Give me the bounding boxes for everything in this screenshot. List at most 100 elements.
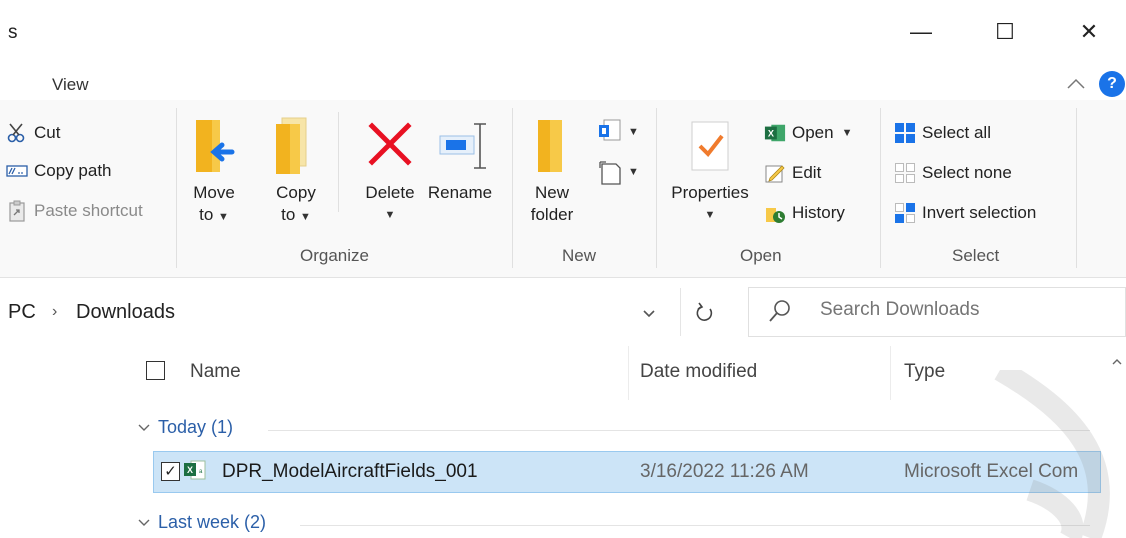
properties-label: Properties bbox=[671, 183, 749, 202]
organize-group-label: Organize bbox=[300, 246, 369, 265]
move-folder-icon bbox=[190, 116, 238, 176]
rename-label: Rename bbox=[427, 183, 493, 202]
copy-path-icon bbox=[6, 160, 28, 182]
copy-path-button[interactable]: Copy path bbox=[6, 160, 112, 182]
select-all-checkbox[interactable] bbox=[146, 361, 165, 380]
chevron-down-icon bbox=[138, 515, 150, 530]
invert-selection-button[interactable]: Invert selection bbox=[894, 202, 1036, 224]
help-button[interactable]: ? bbox=[1099, 71, 1125, 97]
new-folder-label-1: New bbox=[534, 183, 569, 202]
easy-access-button[interactable]: ▼ bbox=[596, 158, 639, 186]
excel-icon: X bbox=[764, 122, 786, 144]
file-name: DPR_ModelAircraftFields_001 bbox=[222, 461, 478, 482]
invert-selection-label: Invert selection bbox=[922, 203, 1037, 222]
svg-text:X: X bbox=[768, 129, 775, 139]
rename-button[interactable]: Rename bbox=[422, 116, 498, 204]
scissors-icon bbox=[6, 122, 28, 144]
edit-button[interactable]: Edit bbox=[764, 162, 821, 184]
open-label: Open bbox=[792, 123, 834, 142]
properties-checkmark-icon bbox=[686, 116, 734, 176]
chevron-up-icon bbox=[1112, 359, 1122, 365]
collapse-ribbon-button[interactable] bbox=[1064, 72, 1088, 96]
cut-button[interactable]: Cut bbox=[6, 122, 60, 144]
group-divider bbox=[268, 430, 1090, 431]
history-label: History bbox=[792, 203, 845, 222]
delete-x-icon bbox=[366, 116, 414, 176]
invert-selection-icon bbox=[894, 202, 916, 224]
search-input[interactable] bbox=[820, 299, 1110, 321]
edit-pencil-icon bbox=[764, 162, 786, 184]
svg-text:X: X bbox=[187, 465, 193, 475]
history-icon bbox=[764, 202, 786, 224]
copy-folder-icon bbox=[272, 116, 320, 176]
group-label-today: Today (1) bbox=[158, 417, 234, 437]
scroll-up-button[interactable] bbox=[1108, 352, 1126, 372]
delete-label: Delete bbox=[365, 183, 415, 202]
ribbon-separator bbox=[1076, 108, 1077, 268]
address-history-dropdown[interactable] bbox=[636, 303, 662, 325]
group-divider bbox=[300, 525, 1090, 526]
watermark-shape bbox=[990, 360, 1126, 538]
tab-view[interactable]: View bbox=[52, 75, 89, 95]
group-label-last-week: Last week (2) bbox=[158, 512, 267, 532]
column-header-date-modified[interactable]: Date modified bbox=[640, 361, 757, 383]
chevron-up-icon bbox=[1067, 78, 1085, 89]
breadcrumb-separator[interactable]: › bbox=[52, 303, 57, 321]
move-to-label-1: Move bbox=[193, 183, 235, 202]
copy-path-label: Copy path bbox=[34, 161, 112, 180]
delete-button[interactable]: Delete ▼ bbox=[352, 116, 428, 226]
new-group-label: New bbox=[562, 246, 597, 265]
copy-to-label-2: to bbox=[281, 205, 296, 224]
new-item-button[interactable]: ▼ bbox=[596, 118, 639, 146]
move-to-label-2: to bbox=[199, 205, 214, 224]
close-button[interactable]: ✕ bbox=[1066, 12, 1112, 52]
easy-access-icon bbox=[599, 161, 621, 185]
select-all-button[interactable]: Select all bbox=[894, 122, 991, 144]
ribbon-separator bbox=[880, 108, 881, 268]
cut-label: Cut bbox=[34, 123, 61, 142]
ribbon-separator bbox=[338, 112, 339, 212]
column-divider[interactable] bbox=[890, 346, 891, 400]
file-checkbox[interactable]: ✓ bbox=[161, 462, 180, 481]
select-group-label: Select bbox=[952, 246, 1000, 265]
breadcrumb-pc[interactable]: PC bbox=[8, 301, 36, 324]
paste-shortcut-icon bbox=[6, 200, 28, 222]
new-folder-button[interactable]: New folder bbox=[524, 116, 580, 226]
file-date-modified: 3/16/2022 11:26 AM bbox=[640, 461, 809, 482]
properties-button[interactable]: Properties ▼ bbox=[664, 116, 756, 226]
minimize-button[interactable]: — bbox=[898, 12, 944, 52]
edit-label: Edit bbox=[792, 163, 822, 182]
ribbon-separator bbox=[512, 108, 513, 268]
ribbon-separator bbox=[176, 108, 177, 268]
column-divider[interactable] bbox=[628, 346, 629, 400]
select-none-icon bbox=[894, 162, 916, 184]
address-divider bbox=[680, 288, 681, 336]
paste-shortcut-label: Paste shortcut bbox=[34, 201, 143, 220]
copy-to-label-1: Copy bbox=[276, 183, 316, 202]
select-none-label: Select none bbox=[922, 163, 1012, 182]
select-all-label: Select all bbox=[922, 123, 991, 142]
excel-file-icon: Xa bbox=[183, 458, 207, 482]
ribbon-separator bbox=[656, 108, 657, 268]
column-header-type[interactable]: Type bbox=[904, 361, 945, 383]
group-header-today[interactable]: Today (1) bbox=[138, 417, 233, 438]
copy-to-button[interactable]: Copy to ▼ bbox=[270, 116, 322, 228]
refresh-icon bbox=[696, 302, 713, 321]
history-button[interactable]: History bbox=[764, 202, 845, 224]
rename-icon bbox=[436, 116, 486, 176]
maximize-button[interactable]: ☐ bbox=[982, 12, 1028, 52]
window-title: s bbox=[8, 22, 18, 43]
open-button[interactable]: X Open ▼ bbox=[764, 122, 852, 144]
new-folder-icon bbox=[528, 116, 576, 176]
group-header-last-week[interactable]: Last week (2) bbox=[138, 512, 266, 533]
move-to-button[interactable]: Move to ▼ bbox=[188, 116, 240, 228]
column-header-name[interactable]: Name bbox=[190, 361, 241, 383]
select-all-icon bbox=[894, 122, 916, 144]
new-item-icon bbox=[599, 119, 621, 141]
breadcrumb-downloads[interactable]: Downloads bbox=[76, 301, 175, 324]
refresh-button[interactable] bbox=[690, 298, 720, 328]
chevron-down-icon bbox=[643, 310, 655, 318]
search-icon bbox=[768, 298, 792, 324]
paste-shortcut-button[interactable]: Paste shortcut bbox=[6, 200, 143, 222]
select-none-button[interactable]: Select none bbox=[894, 162, 1012, 184]
